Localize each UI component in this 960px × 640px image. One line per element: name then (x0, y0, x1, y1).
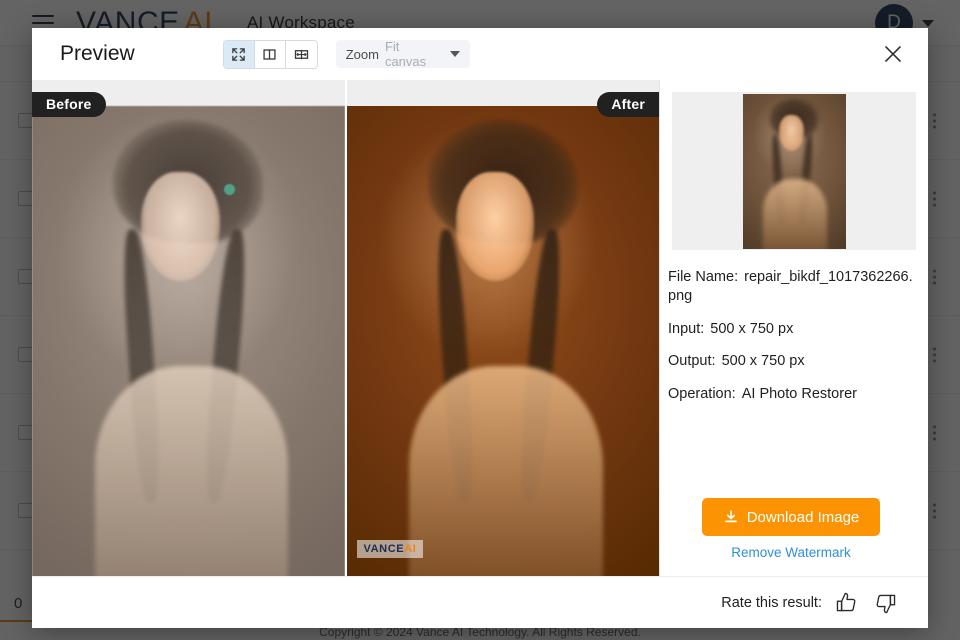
output-row: Output: 500 x 750 px (668, 352, 914, 371)
output-value: 500 x 750 px (722, 353, 805, 369)
before-badge: Before (32, 92, 106, 117)
decorative-shape (409, 366, 603, 576)
close-icon (882, 43, 904, 65)
operation-value: AI Photo Restorer (742, 386, 857, 402)
preview-modal: Preview (32, 28, 928, 628)
view-mode-fullscreen-button[interactable] (224, 41, 255, 68)
download-image-label: Download Image (747, 509, 860, 526)
close-button[interactable] (880, 41, 906, 67)
after-image[interactable] (347, 106, 660, 576)
after-image-subject (347, 106, 660, 576)
page-title: Preview (60, 42, 135, 66)
before-image-pane[interactable]: Before (32, 80, 345, 576)
modal-body: Before After (32, 80, 928, 576)
zoom-value: Fit canvas (385, 39, 444, 69)
split-view-icon (262, 47, 277, 62)
watermark-text: VANCE (364, 543, 405, 555)
thumbs-down-button[interactable] (872, 590, 898, 616)
decorative-shape (95, 366, 289, 576)
decorative-shape (779, 115, 805, 151)
file-name-row: File Name:repair_bikdf_1017362266.png (668, 268, 914, 307)
compare-slider-icon (294, 47, 309, 62)
file-metadata: File Name:repair_bikdf_1017362266.png In… (660, 250, 928, 417)
decorative-shape (141, 172, 219, 281)
expand-arrows-icon (231, 47, 246, 62)
chevron-down-icon[interactable] (450, 51, 460, 57)
view-mode-split-button[interactable] (255, 41, 286, 68)
thumbnail-container (672, 92, 916, 250)
info-panel-actions: Download Image Remove Watermark (660, 498, 928, 576)
download-image-button[interactable]: Download Image (702, 498, 880, 536)
thumbnail-subject (743, 94, 846, 249)
decorative-shape (456, 172, 534, 281)
input-value: 500 x 750 px (710, 321, 793, 337)
view-mode-compare-slider-button[interactable] (286, 41, 317, 68)
operation-label: Operation: (668, 386, 736, 402)
thumbs-up-button[interactable] (834, 590, 860, 616)
watermark-suffix: AI (404, 543, 416, 555)
input-label: Input: (668, 321, 704, 337)
result-thumbnail[interactable] (743, 94, 846, 249)
operation-row: Operation: AI Photo Restorer (668, 385, 914, 404)
thumbs-down-icon (872, 590, 898, 616)
rate-label: Rate this result: (721, 595, 822, 611)
remove-watermark-link[interactable]: Remove Watermark (668, 545, 914, 560)
zoom-label: Zoom (346, 47, 379, 62)
modal-header: Preview (32, 28, 928, 80)
file-name-label: File Name: (668, 269, 738, 285)
info-panel: File Name:repair_bikdf_1017362266.png In… (660, 80, 928, 576)
before-image[interactable] (32, 106, 345, 576)
watermark: VANCEAI (357, 540, 424, 558)
download-icon (723, 509, 739, 525)
decorative-shape (763, 179, 827, 249)
preview-compare-area: Before After (32, 80, 660, 576)
zoom-select[interactable]: Zoom Fit canvas (336, 40, 470, 68)
thumbs-up-icon (834, 590, 860, 616)
input-row: Input: 500 x 750 px (668, 320, 914, 339)
modal-footer: Rate this result: (32, 576, 928, 628)
view-mode-toggle-group (223, 40, 318, 69)
after-badge: After (597, 92, 659, 117)
before-image-subject (32, 106, 345, 576)
output-label: Output: (668, 353, 716, 369)
after-image-pane[interactable]: After VANCEAI (345, 80, 660, 576)
